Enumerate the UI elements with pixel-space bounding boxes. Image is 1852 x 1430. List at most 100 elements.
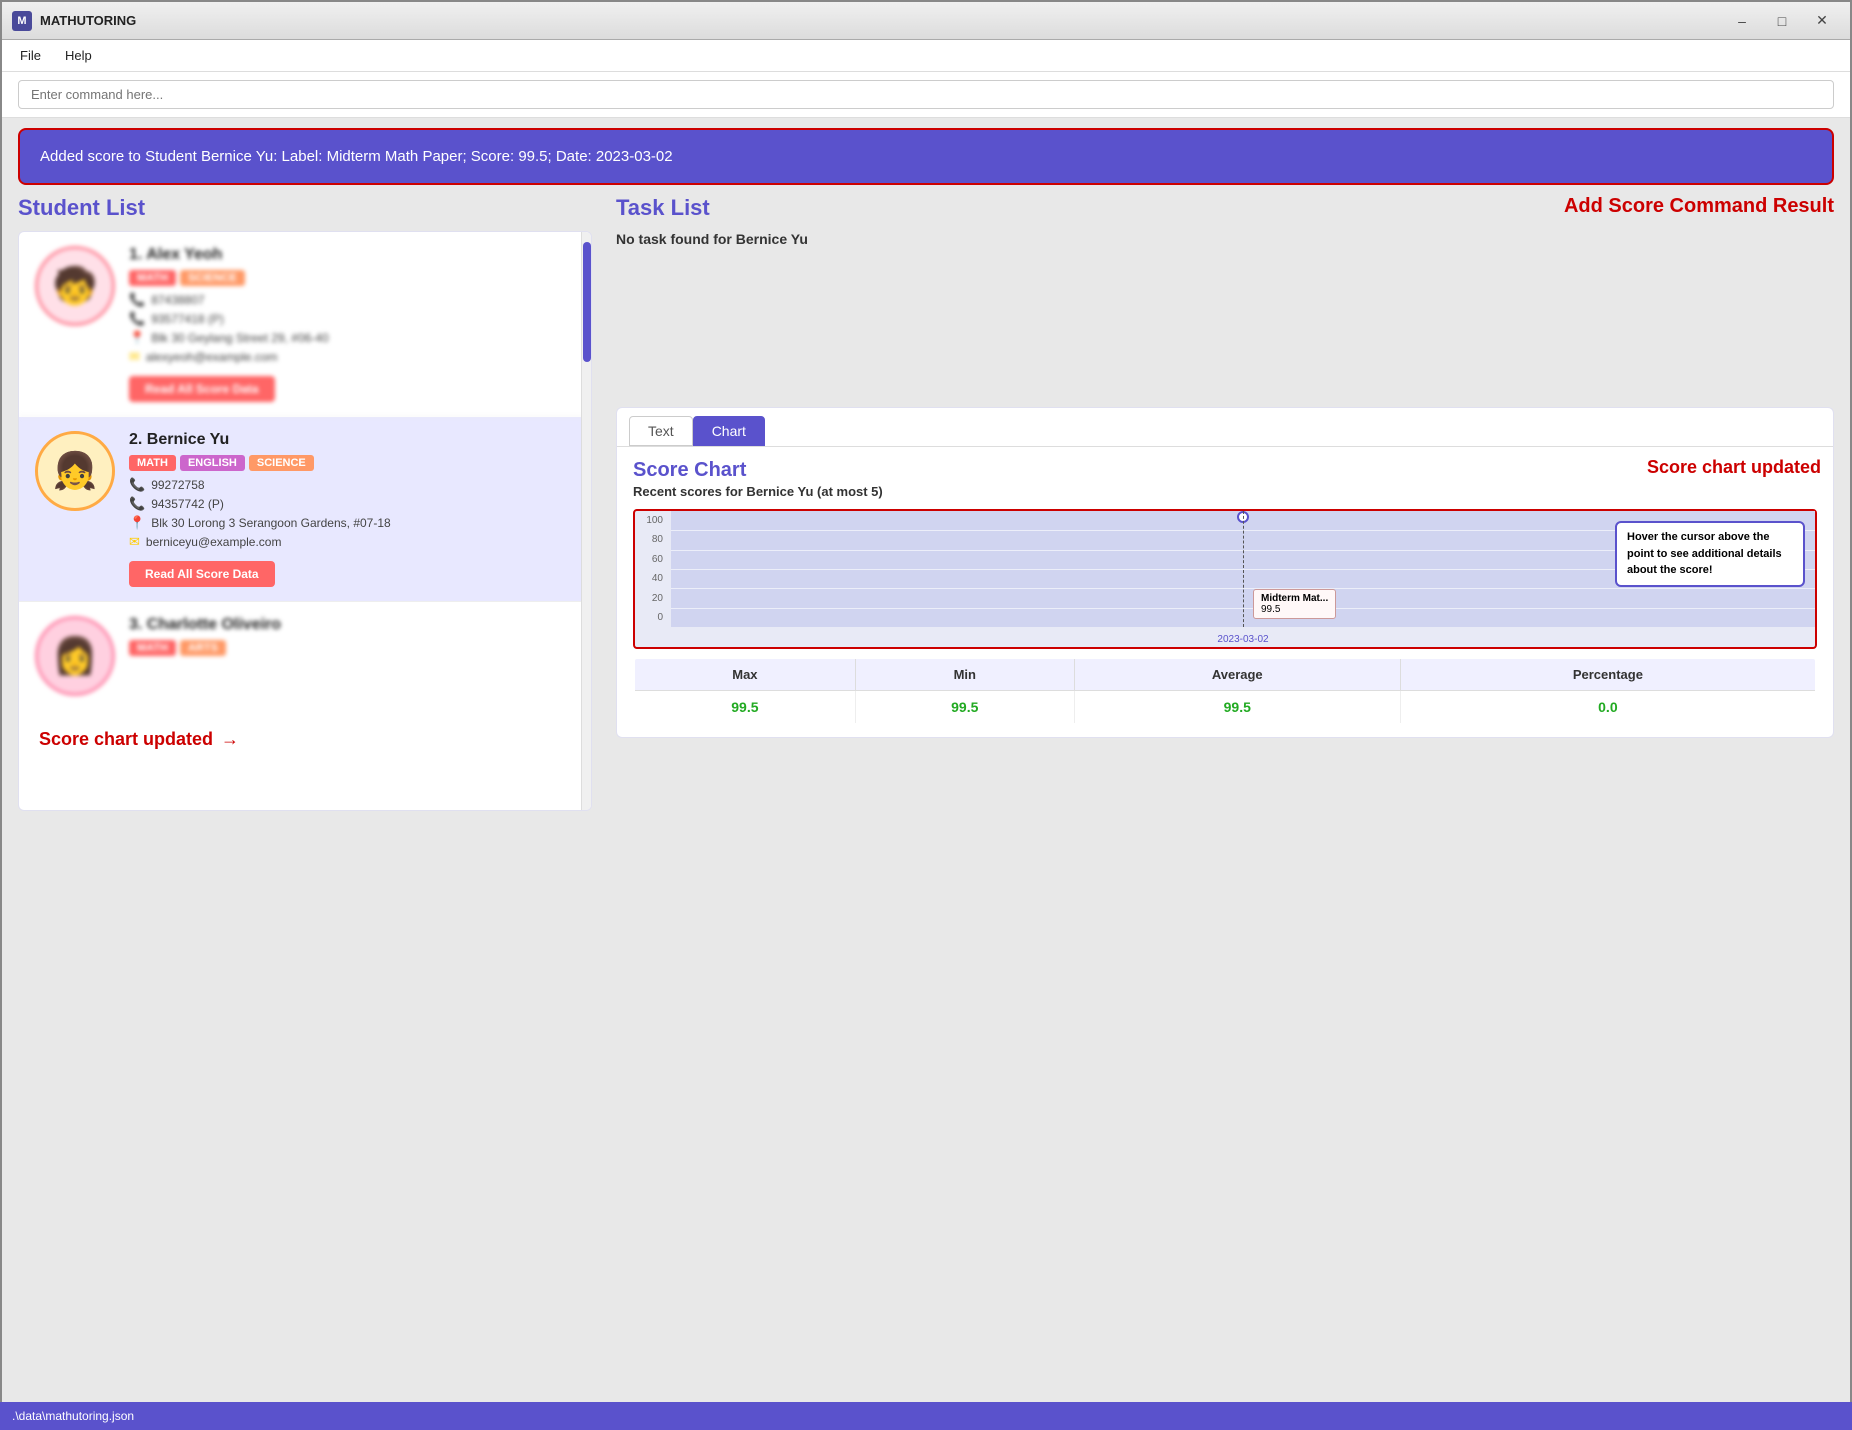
- avatar-bernice: 👧: [35, 431, 115, 511]
- app-icon: M: [12, 11, 32, 31]
- phone1-alex: 📞 87438807: [129, 292, 575, 308]
- hover-hint-text: Hover the cursor above the point to see …: [1627, 531, 1782, 576]
- tag-math-alex: MATH: [129, 270, 176, 286]
- tab-chart[interactable]: Chart: [693, 416, 765, 446]
- student-name-charlotte: 3. Charlotte Oliveiro: [129, 616, 575, 634]
- scrollbar-thumb[interactable]: [583, 242, 591, 362]
- right-panel: Task List No task found for Bernice Yu A…: [608, 195, 1834, 1345]
- view-btn-bernice[interactable]: Read All Score Data: [129, 561, 275, 587]
- phone2-icon-bernice: 📞: [129, 496, 145, 512]
- tag-math-charlotte: MATH: [129, 640, 176, 656]
- y-label-0: 0: [635, 612, 667, 623]
- col-max: Max: [634, 658, 855, 691]
- tag-row-bernice: MATH ENGLISH SCIENCE: [129, 455, 575, 471]
- phone-icon-alex: 📞: [129, 292, 145, 308]
- tooltip-value: 99.5: [1261, 604, 1328, 615]
- notification-text: Added score to Student Bernice Yu: Label…: [40, 148, 673, 165]
- add-score-label: Add Score Command Result: [1564, 195, 1834, 218]
- chart-area: 100 80 60 40 20 0: [633, 509, 1817, 649]
- add-score-label-section: Add Score Command Result: [1564, 195, 1834, 218]
- address-alex: 📍 Blk 30 Geylang Street 29, #06-40: [129, 330, 575, 346]
- score-chart-subtitle: Recent scores for Bernice Yu (at most 5): [633, 484, 1817, 499]
- tag-math-bernice: MATH: [129, 455, 176, 471]
- notification-box: Added score to Student Bernice Yu: Label…: [18, 128, 1834, 185]
- menu-file[interactable]: File: [10, 44, 51, 67]
- tab-text[interactable]: Text: [629, 416, 693, 446]
- student-card-alex[interactable]: 🧒 1. Alex Yeoh MATH SCIENCE 📞 87438807 �: [19, 232, 591, 417]
- app-title: MATHUTORING: [40, 13, 136, 28]
- phone2-icon-alex: 📞: [129, 311, 145, 327]
- status-path: .\data\mathutoring.json: [12, 1409, 134, 1423]
- phone2-alex: 📞 93577418 (P): [129, 311, 575, 327]
- score-chart-title: Score Chart: [633, 459, 1817, 482]
- task-list-section: Task List No task found for Bernice Yu: [616, 195, 808, 247]
- address-bernice: 📍 Blk 30 Lorong 3 Serangoon Gardens, #07…: [129, 515, 575, 531]
- student-info-bernice: 2. Bernice Yu MATH ENGLISH SCIENCE 📞 992…: [129, 431, 575, 587]
- address-icon-bernice: 📍: [129, 515, 145, 531]
- scrollbar-track: [581, 232, 591, 810]
- col-min: Min: [855, 658, 1074, 691]
- tab-bar: Text Chart: [617, 408, 1833, 447]
- dashed-vertical-line: [1243, 511, 1244, 627]
- avatar-charlotte: 👩: [35, 616, 115, 696]
- tag-english-bernice: ENGLISH: [180, 455, 245, 471]
- y-label-100: 100: [635, 515, 667, 526]
- address-icon-alex: 📍: [129, 330, 145, 346]
- score-content: Score Chart Recent scores for Bernice Yu…: [617, 447, 1833, 737]
- minimize-button[interactable]: –: [1724, 9, 1760, 33]
- email-alex: ✉ alexyeoh@example.com: [129, 349, 575, 365]
- score-chart-updated-left-label: Score chart updated: [39, 729, 213, 750]
- tag-row-alex: MATH SCIENCE: [129, 270, 575, 286]
- score-chart-updated-right: Score chart updated: [1647, 457, 1821, 478]
- email-icon-bernice: ✉: [129, 534, 140, 550]
- y-label-80: 80: [635, 534, 667, 545]
- hover-hint-bubble: Hover the cursor above the point to see …: [1615, 521, 1805, 587]
- right-top: Task List No task found for Bernice Yu A…: [616, 195, 1834, 247]
- val-max: 99.5: [634, 691, 855, 725]
- phone2-bernice: 📞 94357742 (P): [129, 496, 575, 512]
- status-bar: .\data\mathutoring.json: [0, 1402, 1852, 1430]
- phone1-bernice: 📞 99272758: [129, 477, 575, 493]
- phone-icon-bernice: 📞: [129, 477, 145, 493]
- student-card-bernice[interactable]: 👧 2. Bernice Yu MATH ENGLISH SCIENCE 📞 9…: [19, 417, 591, 602]
- command-input[interactable]: [18, 80, 1834, 109]
- y-label-60: 60: [635, 554, 667, 565]
- tooltip-label: Midterm Mat...: [1261, 593, 1328, 604]
- col-percentage: Percentage: [1400, 658, 1816, 691]
- avatar-alex: 🧒: [35, 246, 115, 326]
- val-average: 99.5: [1074, 691, 1400, 725]
- email-icon-alex: ✉: [129, 349, 140, 365]
- window-controls: – □ ✕: [1724, 9, 1840, 33]
- main-content: Student List 🧒 1. Alex Yeoh MATH SCIENCE…: [2, 195, 1850, 1345]
- val-percentage: 0.0: [1400, 691, 1816, 725]
- student-name-alex: 1. Alex Yeoh: [129, 246, 575, 264]
- close-button[interactable]: ✕: [1804, 9, 1840, 33]
- chart-score-tooltip: Midterm Mat... 99.5: [1253, 589, 1336, 619]
- val-min: 99.5: [855, 691, 1074, 725]
- student-card-charlotte[interactable]: 👩 3. Charlotte Oliveiro MATH ARTS: [19, 602, 591, 710]
- student-list-title: Student List: [18, 195, 592, 221]
- score-chart-updated-annotation-left: Score chart updated →: [39, 729, 239, 750]
- col-average: Average: [1074, 658, 1400, 691]
- y-label-40: 40: [635, 573, 667, 584]
- stats-table: Max Min Average Percentage 99.5 99.5 99.…: [633, 657, 1817, 725]
- y-label-20: 20: [635, 593, 667, 604]
- chart-y-axis: 100 80 60 40 20 0: [635, 511, 671, 627]
- tag-science-bernice: SCIENCE: [249, 455, 314, 471]
- task-list-title: Task List: [616, 195, 808, 221]
- left-panel: Student List 🧒 1. Alex Yeoh MATH SCIENCE…: [18, 195, 608, 1345]
- no-task-text: No task found for Bernice Yu: [616, 231, 808, 247]
- menu-bar: File Help: [2, 40, 1850, 72]
- arrow-icon-left: →: [221, 729, 239, 750]
- command-bar: [2, 72, 1850, 118]
- title-bar: M MATHUTORING – □ ✕: [2, 2, 1850, 40]
- student-list-container: 🧒 1. Alex Yeoh MATH SCIENCE 📞 87438807 �: [18, 231, 592, 811]
- maximize-button[interactable]: □: [1764, 9, 1800, 33]
- chart-plot: Hover the cursor above the point to see …: [671, 511, 1815, 627]
- tag-row-charlotte: MATH ARTS: [129, 640, 575, 656]
- student-info-charlotte: 3. Charlotte Oliveiro MATH ARTS: [129, 616, 575, 662]
- menu-help[interactable]: Help: [55, 44, 102, 67]
- tag-arts-charlotte: ARTS: [180, 640, 226, 656]
- view-btn-alex[interactable]: Read All Score Data: [129, 376, 275, 402]
- score-section: Text Chart Score Chart Recent scores for…: [616, 407, 1834, 738]
